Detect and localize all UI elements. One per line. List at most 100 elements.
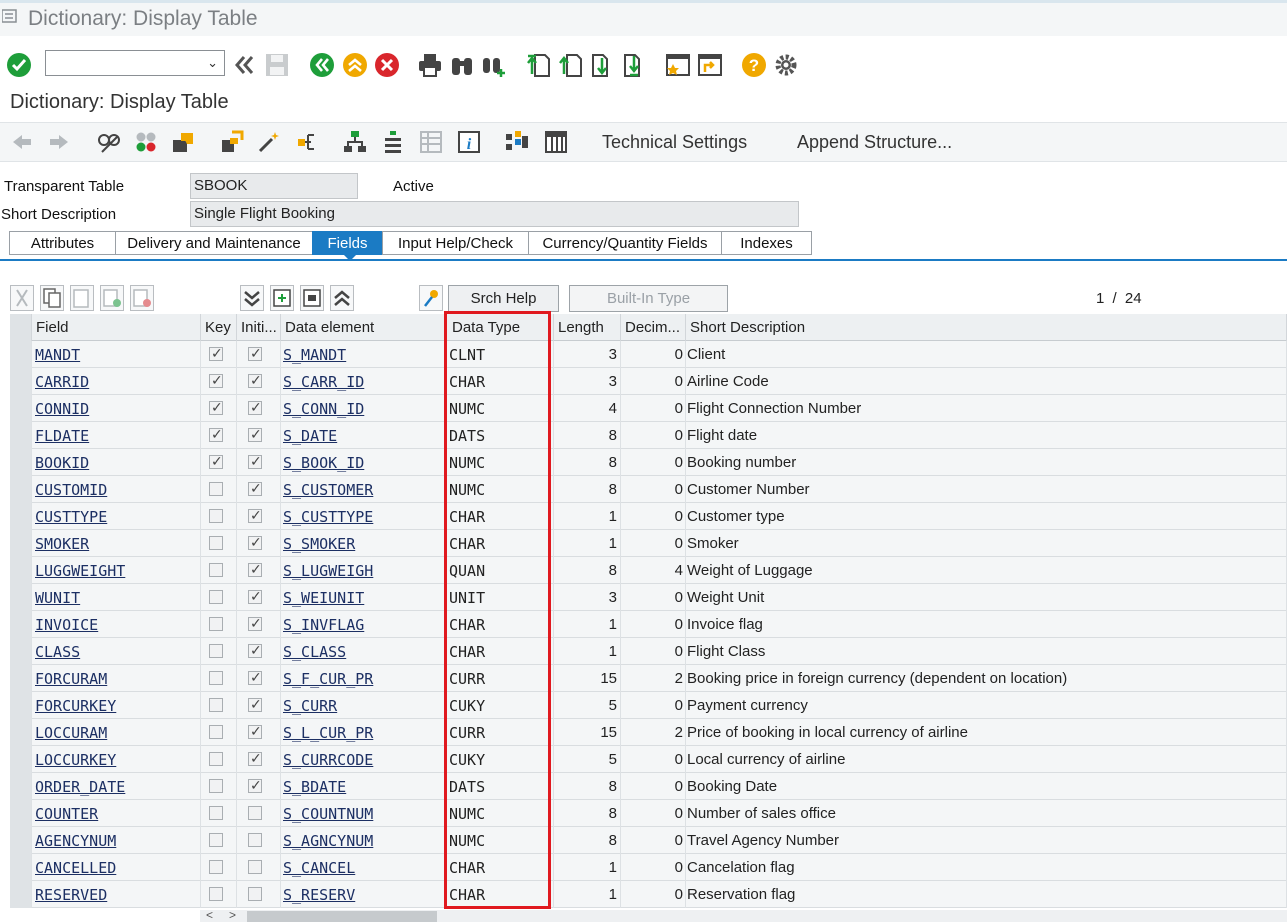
col-key[interactable]: Key <box>201 314 237 341</box>
arrow-left-icon[interactable] <box>10 130 34 154</box>
field-name-link[interactable]: BOOKID <box>32 449 201 476</box>
field-name-link[interactable]: CARRID <box>32 368 201 395</box>
initial-values-checkbox[interactable] <box>248 588 262 605</box>
graphic-icon[interactable] <box>505 130 529 154</box>
append-structure-button[interactable]: Append Structure... <box>797 132 952 153</box>
first-page-icon[interactable] <box>526 52 552 78</box>
short-description-field[interactable]: Single Flight Booking <box>190 201 799 227</box>
data-element-link[interactable]: S_CUSTOMER <box>281 476 446 503</box>
table-row[interactable]: CUSTTYPE S_CUSTTYPECHAR10Customer type <box>10 503 1287 530</box>
col-data-type[interactable]: Data Type <box>446 314 554 341</box>
where-used-icon[interactable] <box>220 130 244 154</box>
data-element-link[interactable]: S_BOOK_ID <box>281 449 446 476</box>
info-icon[interactable]: i <box>457 130 481 154</box>
new-session-icon[interactable] <box>665 52 691 78</box>
initial-values-checkbox[interactable] <box>248 833 262 847</box>
initial-values-checkbox[interactable] <box>248 426 262 443</box>
initial-values-checkbox[interactable] <box>248 453 262 470</box>
initial-values-checkbox[interactable] <box>248 860 262 874</box>
table-row[interactable]: LOCCURKEY S_CURRCODECUKY50Local currency … <box>10 746 1287 773</box>
search-help-button[interactable]: Srch Help <box>448 285 559 312</box>
table-row[interactable]: FORCURKEY S_CURRCUKY50Payment currency <box>10 692 1287 719</box>
data-element-link[interactable]: S_SMOKER <box>281 530 446 557</box>
field-name-link[interactable]: MANDT <box>32 341 201 368</box>
cancel-icon[interactable] <box>374 52 400 78</box>
row-selector[interactable] <box>10 719 32 746</box>
prev-page-icon[interactable] <box>558 52 584 78</box>
field-name-link[interactable]: INVOICE <box>32 611 201 638</box>
row-selector[interactable] <box>10 827 32 854</box>
field-name-link[interactable]: RESERVED <box>32 881 201 908</box>
field-name-link[interactable]: FLDATE <box>32 422 201 449</box>
initial-values-checkbox[interactable] <box>248 887 262 901</box>
scroll-thumb[interactable] <box>247 911 437 922</box>
data-element-link[interactable]: S_CURRCODE <box>281 746 446 773</box>
col-decimals[interactable]: Decim... <box>621 314 686 341</box>
key-checkbox[interactable] <box>209 752 223 766</box>
field-name-link[interactable]: CUSTTYPE <box>32 503 201 530</box>
initial-values-checkbox[interactable] <box>248 806 262 820</box>
print-icon[interactable] <box>417 52 443 78</box>
field-name-link[interactable]: LOCCURKEY <box>32 746 201 773</box>
table-row[interactable]: CUSTOMID S_CUSTOMERNUMC80Customer Number <box>10 476 1287 503</box>
paste-icon[interactable] <box>70 285 94 311</box>
key-checkbox[interactable] <box>209 887 223 901</box>
field-name-link[interactable]: CLASS <box>32 638 201 665</box>
key-checkbox[interactable] <box>209 806 223 820</box>
row-selector[interactable] <box>10 665 32 692</box>
object-list-icon[interactable] <box>171 130 195 154</box>
navigate-icon[interactable] <box>296 130 320 154</box>
table-row[interactable]: LOCCURAM S_L_CUR_PRCURR152Price of bookin… <box>10 719 1287 746</box>
key-checkbox[interactable] <box>209 563 223 577</box>
row-selector[interactable] <box>10 638 32 665</box>
field-name-link[interactable]: CANCELLED <box>32 854 201 881</box>
data-element-link[interactable]: S_CANCEL <box>281 854 446 881</box>
col-field[interactable]: Field <box>32 314 201 341</box>
field-name-link[interactable]: CONNID <box>32 395 201 422</box>
tab-delivery-maintenance[interactable]: Delivery and Maintenance <box>115 231 313 255</box>
row-selector[interactable] <box>10 368 32 395</box>
tab-input-help-check[interactable]: Input Help/Check <box>382 231 529 255</box>
help-icon[interactable]: ? <box>741 52 767 78</box>
next-page-icon[interactable] <box>590 52 616 78</box>
key-checkbox[interactable] <box>209 482 223 496</box>
data-element-link[interactable]: S_CONN_ID <box>281 395 446 422</box>
data-element-link[interactable]: S_INVFLAG <box>281 611 446 638</box>
field-name-link[interactable]: WUNIT <box>32 584 201 611</box>
data-element-link[interactable]: S_LUGWEIGH <box>281 557 446 584</box>
field-name-link[interactable]: FORCURAM <box>32 665 201 692</box>
enter-check-icon[interactable] <box>6 52 32 78</box>
col-length[interactable]: Length <box>554 314 621 341</box>
insert-row-icon[interactable] <box>100 285 124 311</box>
active-inactive-icon[interactable] <box>134 130 158 154</box>
key-checkbox[interactable] <box>209 833 223 847</box>
command-field[interactable]: ⌄ <box>45 50 225 76</box>
data-element-link[interactable]: S_CLASS <box>281 638 446 665</box>
key-help-icon[interactable] <box>419 285 443 311</box>
col-short-description[interactable]: Short Description <box>686 314 1287 341</box>
key-checkbox[interactable] <box>209 725 223 739</box>
field-name-link[interactable]: COUNTER <box>32 800 201 827</box>
horizontal-scrollbar[interactable]: < > <box>200 908 1287 922</box>
arrow-right-icon[interactable] <box>47 130 71 154</box>
row-selector[interactable] <box>10 341 32 368</box>
cut-icon[interactable] <box>10 285 34 311</box>
row-selector[interactable] <box>10 530 32 557</box>
table-row[interactable]: COUNTER S_COUNTNUM NUMC 8 0 Number of sales o… <box>10 800 1287 827</box>
field-name-link[interactable]: SMOKER <box>32 530 201 557</box>
data-element-link[interactable]: S_DATE <box>281 422 446 449</box>
hierarchy-icon[interactable] <box>343 130 367 154</box>
row-selector[interactable] <box>10 800 32 827</box>
initial-values-checkbox[interactable] <box>248 615 262 632</box>
tab-currency-quantity-fields[interactable]: Currency/Quantity Fields <box>528 231 722 255</box>
exit-up-icon[interactable] <box>342 52 368 78</box>
row-selector[interactable] <box>10 476 32 503</box>
data-element-link[interactable]: S_CARR_ID <box>281 368 446 395</box>
field-name-link[interactable]: LUGGWEIGHT <box>32 557 201 584</box>
last-page-icon[interactable] <box>622 52 648 78</box>
initial-values-checkbox[interactable] <box>248 723 262 740</box>
col-data-element[interactable]: Data element <box>281 314 446 341</box>
row-selector[interactable] <box>10 692 32 719</box>
table-row[interactable]: BOOKID S_BOOK_IDNUMC80Booking number <box>10 449 1287 476</box>
data-element-link[interactable]: S_COUNTNUM <box>281 800 446 827</box>
